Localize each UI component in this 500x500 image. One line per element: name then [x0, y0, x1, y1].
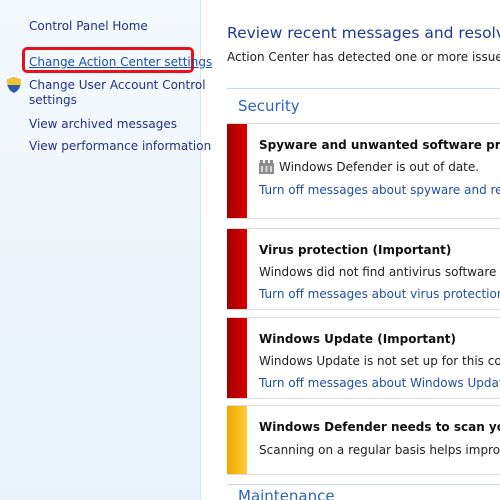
message-title: Virus protection (Important)	[259, 243, 452, 257]
message-title: Windows Defender needs to scan your com	[259, 420, 500, 434]
critical-severity-bar	[227, 124, 247, 218]
control-panel-home-link[interactable]: Control Panel Home	[29, 19, 148, 34]
spyware-protection-message: Spyware and unwanted software protection…	[227, 123, 500, 219]
windows-defender-icon	[259, 160, 274, 174]
page-title: Review recent messages and resolve p	[227, 24, 500, 42]
virus-protection-message: Virus protection (Important) Windows did…	[227, 228, 500, 310]
message-text: Windows Defender is out of date.	[279, 160, 480, 174]
message-title: Spyware and unwanted software protection	[259, 138, 500, 152]
main-content: Review recent messages and resolve p Act…	[201, 0, 500, 500]
defender-scan-message: Windows Defender needs to scan your com …	[227, 405, 500, 475]
message-text: Windows did not find antivirus software …	[259, 265, 500, 279]
uac-shield-icon	[7, 77, 21, 93]
message-text: Windows Update is not set up for this co…	[259, 354, 500, 368]
change-uac-settings-link[interactable]: Change User Account Control settings	[29, 78, 206, 108]
turn-off-virus-messages-link[interactable]: Turn off messages about virus protection	[259, 287, 500, 301]
message-title: Windows Update (Important)	[259, 332, 457, 346]
maintenance-section-header[interactable]: Maintenance	[238, 487, 335, 500]
security-divider	[227, 88, 500, 89]
windows-update-message: Windows Update (Important) Windows Updat…	[227, 317, 500, 399]
turn-off-windows-update-messages-link[interactable]: Turn off messages about Windows Update	[259, 376, 500, 390]
change-action-center-settings-link[interactable]: Change Action Center settings	[29, 55, 212, 70]
action-center-window: Control Panel Home Change Action Center …	[0, 0, 500, 500]
turn-off-spyware-messages-link[interactable]: Turn off messages about spyware and rela…	[259, 183, 500, 197]
view-archived-messages-link[interactable]: View archived messages	[29, 117, 177, 132]
critical-severity-bar	[227, 229, 247, 309]
page-description: Action Center has detected one or more i…	[227, 50, 500, 64]
warning-severity-bar	[227, 406, 247, 474]
left-nav-pane: Control Panel Home Change Action Center …	[0, 0, 212, 500]
uac-link-line1: Change User Account Control	[29, 78, 206, 92]
view-performance-information-link[interactable]: View performance information	[29, 139, 211, 154]
uac-link-line2: settings	[29, 93, 77, 107]
maintenance-divider	[227, 484, 500, 485]
message-text: Scanning on a regular basis helps improv…	[259, 443, 500, 457]
critical-severity-bar	[227, 318, 247, 398]
security-section-header[interactable]: Security	[238, 97, 300, 115]
